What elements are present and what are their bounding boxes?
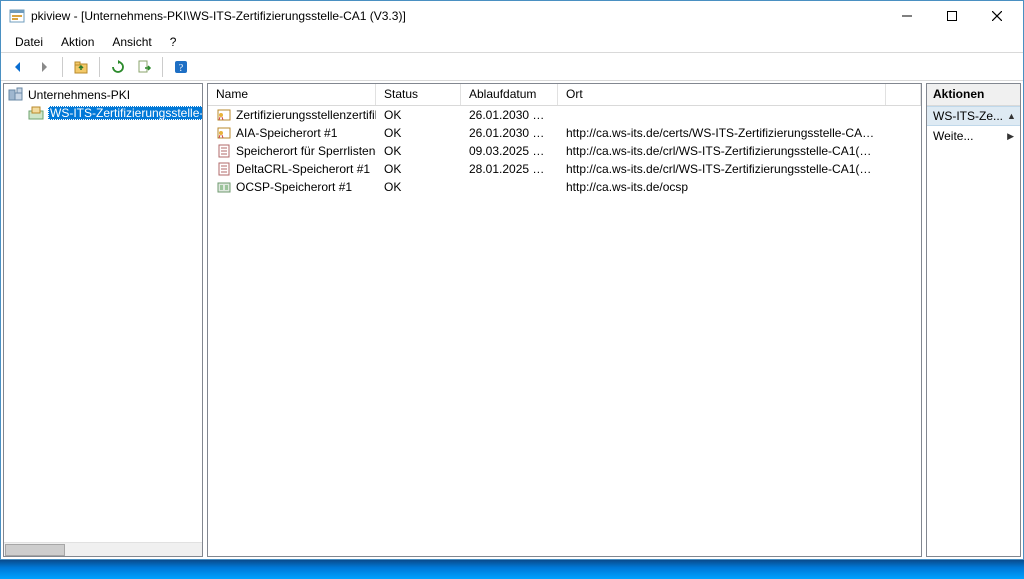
tree-root[interactable]: Unternehmens-PKI — [4, 86, 202, 104]
table-row[interactable]: ZertifizierungsstellenzertifikatOK26.01.… — [208, 106, 921, 124]
list-pane: Name Status Ablaufdatum Ort Zertifizieru… — [207, 83, 922, 557]
content-area: Unternehmens-PKI WS-ITS-Zertifizierungss… — [1, 81, 1023, 559]
row-status: OK — [376, 144, 461, 158]
action-item-label: Weite... — [933, 129, 973, 143]
row-name: AIA-Speicherort #1 — [236, 126, 337, 140]
help-button[interactable]: ? — [170, 56, 192, 78]
tree-pane: Unternehmens-PKI WS-ITS-Zertifizierungss… — [3, 83, 203, 557]
up-level-button[interactable] — [70, 56, 92, 78]
app-icon — [9, 8, 25, 24]
row-name: OCSP-Speicherort #1 — [236, 180, 352, 194]
menu-aktion[interactable]: Aktion — [53, 33, 102, 51]
ca-icon — [28, 105, 44, 121]
window-title: pkiview - [Unternehmens-PKI\WS-ITS-Zerti… — [31, 9, 406, 23]
minimize-button[interactable] — [884, 2, 929, 31]
svg-text:?: ? — [179, 63, 184, 74]
row-location: http://ca.ws-its.de/certs/WS-ITS-Zertifi… — [558, 126, 886, 140]
toolbar-separator — [62, 57, 63, 77]
actions-header: Aktionen — [927, 84, 1020, 106]
row-expires: 26.01.2030 13:30 — [461, 126, 558, 140]
row-expires: 09.03.2025 13:40 — [461, 144, 558, 158]
toolbar-separator — [99, 57, 100, 77]
row-icon — [216, 161, 232, 177]
row-icon — [216, 179, 232, 195]
maximize-button[interactable] — [929, 2, 974, 31]
titlebar: pkiview - [Unternehmens-PKI\WS-ITS-Zerti… — [1, 1, 1023, 31]
collapse-up-icon: ▲ — [1007, 111, 1016, 121]
export-button[interactable] — [133, 56, 155, 78]
row-status: OK — [376, 108, 461, 122]
row-icon — [216, 125, 232, 141]
row-location: http://ca.ws-its.de/ocsp — [558, 180, 886, 194]
row-location: http://ca.ws-its.de/crl/WS-ITS-Zertifizi… — [558, 162, 886, 176]
table-row[interactable]: DeltaCRL-Speicherort #1 OK28.01.2025 01:4… — [208, 160, 921, 178]
tree-child-ca1[interactable]: WS-ITS-Zertifizierungsstelle-CA — [4, 104, 202, 122]
submenu-arrow-icon: ▶ — [1007, 131, 1014, 142]
table-row[interactable]: AIA-Speicherort #1 OK26.01.2030 13:30http… — [208, 124, 921, 142]
action-item-label: WS-ITS-Ze... — [933, 109, 1003, 123]
column-location[interactable]: Ort — [558, 84, 886, 105]
row-name: Speicherort für Sperrlisten-... — [236, 144, 376, 158]
row-name: DeltaCRL-Speicherort #1 — [236, 162, 370, 176]
toolbar-separator — [162, 57, 163, 77]
table-row[interactable]: OCSP-Speicherort #1 OK http://ca.ws-its.de… — [208, 178, 921, 196]
column-name[interactable]: Name — [208, 84, 376, 105]
row-name: Zertifizierungsstellenzertifikat — [236, 108, 376, 122]
back-button[interactable] — [7, 56, 29, 78]
column-status[interactable]: Status — [376, 84, 461, 105]
list-body: ZertifizierungsstellenzertifikatOK26.01.… — [208, 106, 921, 556]
list-header: Name Status Ablaufdatum Ort — [208, 84, 921, 106]
scrollbar-thumb[interactable] — [5, 544, 65, 556]
menu-help[interactable]: ? — [162, 33, 185, 51]
tree-child-label: WS-ITS-Zertifizierungsstelle-CA — [48, 106, 202, 120]
toolbar: ? — [1, 53, 1023, 81]
action-item-more[interactable]: Weite... ▶ — [927, 126, 1020, 146]
menubar: Datei Aktion Ansicht ? — [1, 31, 1023, 53]
action-item-ca[interactable]: WS-ITS-Ze... ▲ — [927, 106, 1020, 126]
row-expires: 26.01.2030 13:30 — [461, 108, 558, 122]
row-icon — [216, 107, 232, 123]
column-extra[interactable] — [886, 84, 921, 105]
menu-ansicht[interactable]: Ansicht — [104, 33, 159, 51]
tree-root-label: Unternehmens-PKI — [28, 88, 130, 102]
row-icon — [216, 143, 232, 159]
row-status: OK — [376, 162, 461, 176]
close-button[interactable] — [974, 2, 1019, 31]
menu-datei[interactable]: Datei — [7, 33, 51, 51]
app-window: pkiview - [Unternehmens-PKI\WS-ITS-Zerti… — [0, 0, 1024, 560]
horizontal-scrollbar[interactable] — [4, 542, 202, 556]
table-row[interactable]: Speicherort für Sperrlisten-...OK09.03.2… — [208, 142, 921, 160]
actions-pane: Aktionen WS-ITS-Ze... ▲ Weite... ▶ — [926, 83, 1021, 557]
taskbar-strip — [0, 560, 1024, 579]
row-expires: 28.01.2025 01:40 — [461, 162, 558, 176]
refresh-button[interactable] — [107, 56, 129, 78]
row-status: OK — [376, 126, 461, 140]
row-location: http://ca.ws-its.de/crl/WS-ITS-Zertifizi… — [558, 144, 886, 158]
row-status: OK — [376, 180, 461, 194]
forward-button[interactable] — [33, 56, 55, 78]
enterprise-pki-icon — [8, 87, 24, 103]
column-expires[interactable]: Ablaufdatum — [461, 84, 558, 105]
